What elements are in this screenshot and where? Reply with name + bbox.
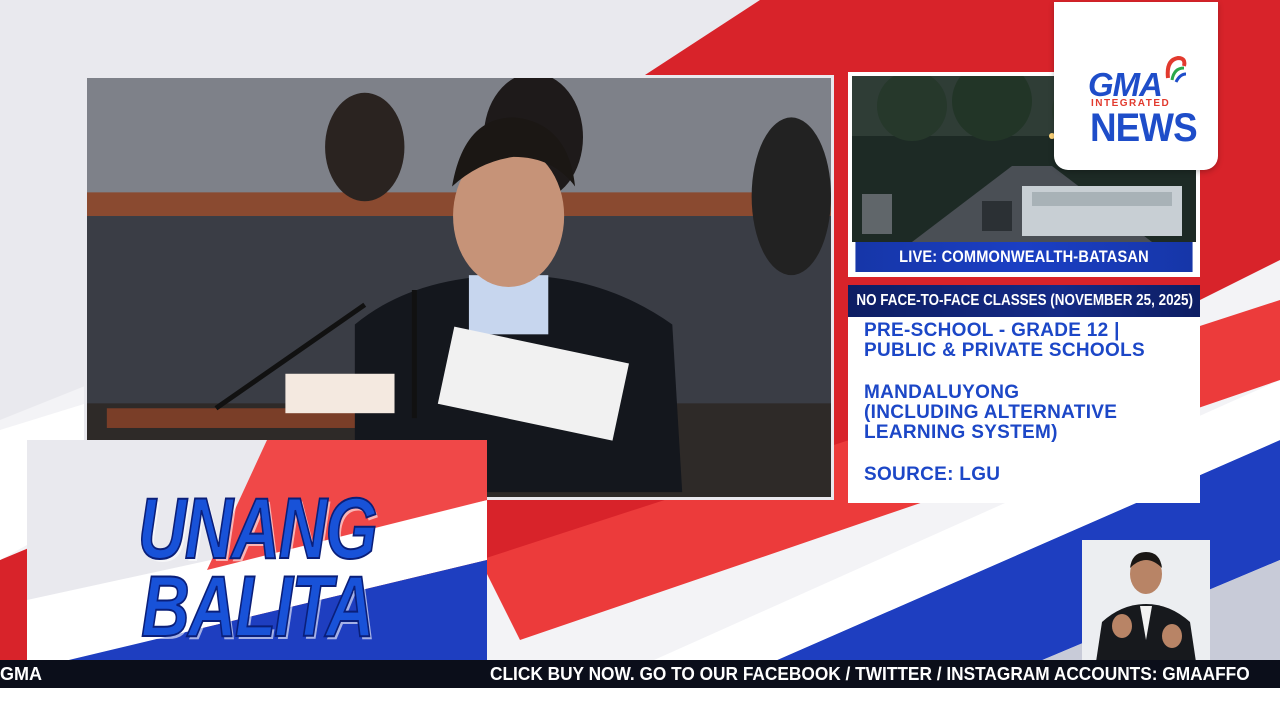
- info-panel-header: NO FACE-TO-FACE CLASSES (NOVEMBER 25, 20…: [848, 285, 1200, 317]
- info-panel-body: PRE-SCHOOL - GRADE 12 | PUBLIC & PRIVATE…: [848, 317, 1200, 485]
- gma-integrated-news-logo: GMA INTEGRATED NEWS: [1054, 2, 1218, 170]
- ticker-text: CLICK BUY NOW. GO TO OUR FACEBOOK / TWIT…: [490, 664, 1250, 684]
- ticker-left-fragment: GMA: [0, 664, 42, 684]
- sign-language-interpreter: [1082, 540, 1210, 662]
- info-source: SOURCE: LGU: [864, 464, 1001, 485]
- info-header-text: NO FACE-TO-FACE CLASSES (NOVEMBER 25, 20…: [856, 292, 1193, 309]
- bottom-strip: [0, 688, 1280, 720]
- live-location-label: LIVE: COMMONWEALTH-BATASAN: [855, 242, 1193, 272]
- class-suspension-panel: NO FACE-TO-FACE CLASSES (NOVEMBER 25, 20…: [848, 285, 1200, 503]
- gma-swirl-icon: [1165, 55, 1187, 83]
- news-ticker: GMA CLICK BUY NOW. GO TO OUR FACEBOOK / …: [0, 660, 1280, 688]
- info-location: MANDALUYONG (INCLUDING ALTERNATIVE LEARN…: [864, 382, 1118, 443]
- logo-news-text: NEWS: [1090, 106, 1198, 150]
- show-title-line2: BALITA: [140, 558, 375, 656]
- main-video-feed: [84, 75, 834, 500]
- info-grade-levels: PRE-SCHOOL - GRADE 12 | PUBLIC & PRIVATE…: [864, 320, 1145, 361]
